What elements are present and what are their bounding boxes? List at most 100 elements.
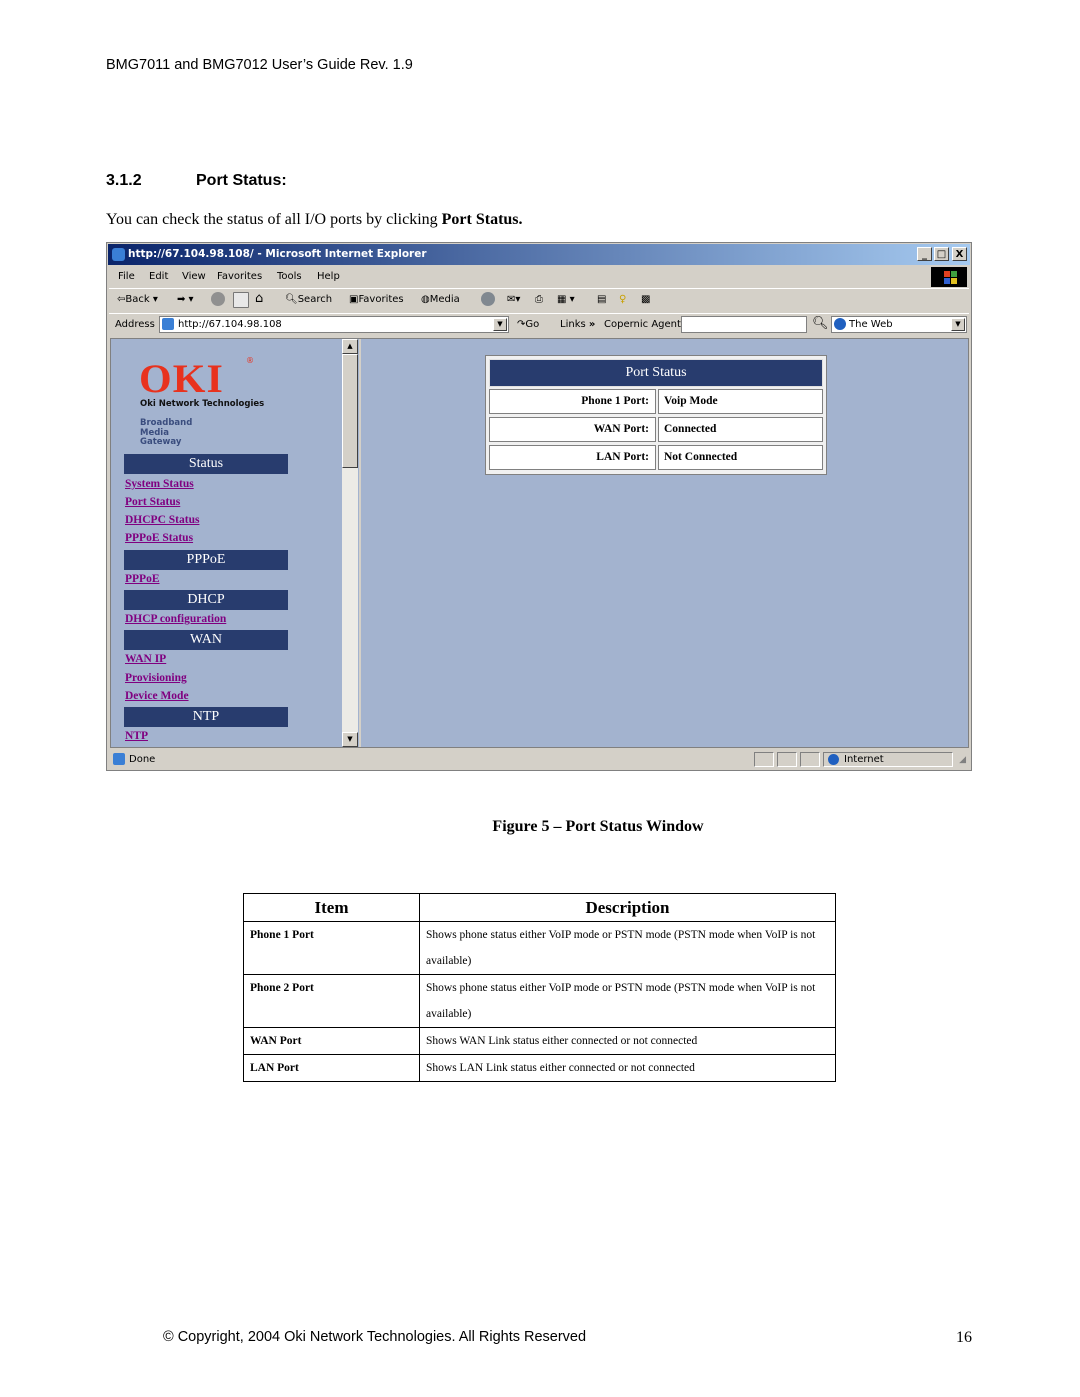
ie-page-icon: [113, 753, 125, 765]
maximize-button[interactable]: □: [934, 247, 949, 261]
nav-link-pppoe[interactable]: PPPoE: [125, 573, 160, 585]
description-cell: Shows WAN Link status either connected o…: [419, 1027, 836, 1055]
zone-text: Internet: [844, 754, 884, 765]
phone1-port-value: Voip Mode: [658, 389, 823, 414]
table-row: WAN Port Shows WAN Link status either co…: [243, 1027, 836, 1055]
window-title: http://67.104.98.108/ - Microsoft Intern…: [128, 248, 427, 260]
links-button[interactable]: Links »: [560, 319, 595, 330]
nav-link-provisioning[interactable]: Provisioning: [125, 672, 187, 684]
resize-grip-icon[interactable]: ◢: [959, 755, 966, 765]
research-icon: ▩: [641, 294, 651, 305]
media-button[interactable]: ◍Media: [421, 294, 460, 305]
forward-button[interactable]: ➡ ▾: [177, 294, 194, 305]
ie-icon: [112, 248, 125, 261]
nav-link-ntp[interactable]: NTP: [125, 730, 148, 742]
menu-favorites[interactable]: Favorites: [217, 271, 262, 282]
lan-port-label: LAN Port:: [489, 445, 656, 470]
mail-icon: ✉▾: [507, 294, 521, 305]
scroll-thumb[interactable]: [342, 354, 358, 468]
search-scope-select[interactable]: The Web ▼: [831, 316, 967, 333]
lan-port-value: Not Connected: [658, 445, 823, 470]
page-number: 16: [956, 1329, 972, 1346]
nav-link-wan-ip[interactable]: WAN IP: [125, 653, 166, 665]
history-button[interactable]: [481, 292, 495, 306]
minimize-button[interactable]: _: [917, 247, 932, 261]
menu-edit[interactable]: Edit: [149, 271, 168, 282]
section-title: Port Status:: [196, 172, 287, 189]
scope-dropdown-button[interactable]: ▼: [951, 318, 965, 331]
search-button[interactable]: 🔍︎Search: [285, 294, 332, 305]
status-pane: [754, 752, 774, 767]
refresh-button[interactable]: [233, 292, 249, 308]
product-tagline: Broadband Media Gateway: [140, 418, 193, 447]
links-chevron-icon: »: [588, 319, 596, 330]
nav-link-system-status[interactable]: System Status: [125, 478, 194, 490]
frame-divider[interactable]: [359, 339, 361, 747]
nav-heading-dhcp: DHCP: [124, 590, 288, 610]
nav-link-pppoe-status[interactable]: PPPoE Status: [125, 532, 193, 544]
word-edit-icon: ▦ ▾: [557, 294, 575, 305]
figure-caption: Figure 5 – Port Status Window: [492, 818, 704, 835]
globe-icon: [828, 754, 839, 765]
oki-logo: OKI: [139, 356, 224, 401]
nav-heading-next: [124, 747, 288, 748]
close-button[interactable]: X: [952, 247, 967, 261]
standard-toolbar: ⇦Back ▾ ➡ ▾ ⌂ 🔍︎Search ▣Favorites ◍Media…: [109, 289, 969, 314]
go-button[interactable]: ↷Go: [517, 319, 539, 330]
nav-scrollbar[interactable]: ▲ ▼: [342, 339, 358, 747]
wan-port-value: Connected: [658, 417, 823, 442]
research-button[interactable]: ▩: [641, 294, 650, 305]
messenger-button[interactable]: ♀: [619, 294, 626, 305]
edit-button[interactable]: ▦ ▾: [557, 294, 575, 305]
nav-heading-ntp: NTP: [124, 707, 288, 727]
table-row: LAN Port Shows LAN Link status either co…: [243, 1054, 836, 1082]
print-icon: ⎙: [535, 294, 543, 305]
copernic-search-button[interactable]: 🔍︎: [812, 316, 829, 331]
scroll-down-button[interactable]: ▼: [342, 732, 358, 747]
menu-view[interactable]: View: [182, 271, 206, 282]
mail-button[interactable]: ✉▾: [507, 294, 520, 305]
nav-heading-pppoe: PPPoE: [124, 550, 288, 570]
browser-window: http://67.104.98.108/ - Microsoft Intern…: [106, 242, 972, 771]
home-icon: ⌂: [255, 291, 264, 306]
nav-link-dhcp-configuration[interactable]: DHCP configuration: [125, 613, 226, 625]
address-label: Address: [115, 319, 155, 330]
nav-link-port-status[interactable]: Port Status: [125, 496, 180, 508]
description-cell: Shows LAN Link status either connected o…: [419, 1054, 836, 1082]
item-cell: Phone 1 Port: [243, 921, 420, 975]
discuss-button[interactable]: ▤: [597, 294, 606, 305]
table-header-row: Item Description: [243, 893, 836, 922]
windows-logo-icon: [931, 267, 967, 287]
page-viewport: OKI ® Oki Network Technologies Broadband…: [110, 338, 969, 748]
address-input[interactable]: http://67.104.98.108 ▼: [159, 316, 509, 333]
menu-tools[interactable]: Tools: [277, 271, 302, 282]
address-dropdown-button[interactable]: ▼: [493, 318, 507, 331]
print-button[interactable]: ⎙: [535, 294, 543, 305]
address-bar: Address http://67.104.98.108 ▼ ↷Go Links…: [109, 313, 969, 337]
scroll-up-button[interactable]: ▲: [342, 339, 358, 354]
back-button[interactable]: ⇦Back ▾: [117, 294, 158, 305]
stop-button[interactable]: [211, 292, 225, 306]
forward-arrow-icon: ➡ ▾: [177, 294, 194, 305]
port-status-table: Port Status Phone 1 Port: Voip Mode WAN …: [485, 355, 827, 475]
status-bar: Done Internet ◢: [109, 750, 969, 769]
wan-port-label: WAN Port:: [489, 417, 656, 442]
favorites-button[interactable]: ▣Favorites: [349, 294, 404, 305]
history-icon: [481, 292, 495, 306]
refresh-icon: [233, 292, 249, 308]
table-row: Phone 2 Port Shows phone status either V…: [243, 974, 836, 1028]
home-button[interactable]: ⌂: [255, 291, 263, 306]
menu-file[interactable]: File: [118, 271, 135, 282]
status-text: Done: [129, 754, 156, 765]
copyright-footer: © Copyright, 2004 Oki Network Technologi…: [163, 1329, 587, 1345]
nav-heading-wan: WAN: [124, 630, 288, 650]
status-pane: [777, 752, 797, 767]
nav-link-device-mode[interactable]: Device Mode: [125, 690, 189, 702]
header-description: Description: [419, 893, 836, 922]
menu-bar: File Edit View Favorites Tools Help: [109, 266, 969, 289]
status-pane: [800, 752, 820, 767]
menu-help[interactable]: Help: [317, 271, 340, 282]
description-cell: Shows phone status either VoIP mode or P…: [419, 974, 836, 1028]
copernic-search-input[interactable]: [681, 316, 807, 333]
nav-link-dhcpc-status[interactable]: DHCPC Status: [125, 514, 199, 526]
